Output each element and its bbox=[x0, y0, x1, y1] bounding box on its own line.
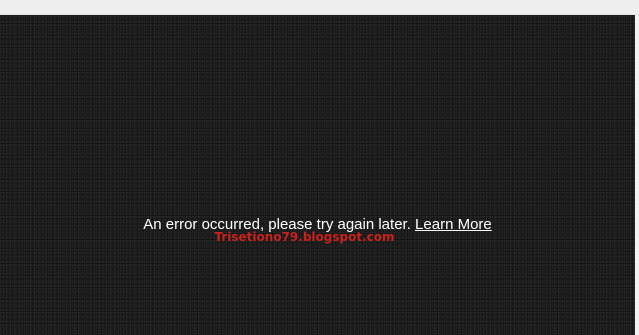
screenshot-frame: An error occurred, please try again late… bbox=[0, 0, 639, 335]
top-strip bbox=[0, 0, 639, 15]
video-player[interactable]: An error occurred, please try again late… bbox=[0, 15, 635, 335]
watermark-text: Trisetiono79.blogspot.com bbox=[214, 230, 395, 244]
right-edge bbox=[635, 15, 639, 335]
